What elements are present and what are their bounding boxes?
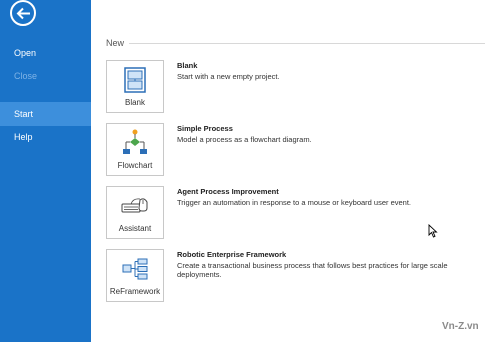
sidebar: Open Close Start Help (0, 0, 91, 342)
tile-label: Assistant (118, 224, 152, 233)
template-desc-agent-process: Trigger an automation in response to a m… (177, 198, 412, 207)
template-desc-blank: Start with a new empty project. (177, 72, 280, 81)
tile-label: Blank (124, 98, 145, 107)
blank-project-icon (107, 65, 163, 95)
template-desc-reframework: Create a transactional business process … (177, 261, 448, 279)
back-button[interactable] (10, 0, 36, 26)
template-tile-assistant[interactable]: Assistant (106, 186, 164, 239)
framework-icon (107, 254, 163, 284)
sidebar-item-help[interactable]: Help (0, 125, 91, 149)
arrow-left-icon (16, 7, 30, 20)
template-desc-simple-process: Model a process as a flowchart diagram. (177, 135, 312, 144)
watermark: Vn-Z.vn (442, 321, 479, 332)
tile-label: Flowchart (117, 161, 153, 170)
section-title: New (106, 38, 125, 48)
template-title-simple-process[interactable]: Simple Process (177, 124, 233, 133)
mouse-cursor-icon (428, 224, 438, 238)
flowchart-icon (107, 128, 163, 158)
template-title-agent-process[interactable]: Agent Process Improvement (177, 187, 279, 196)
sidebar-item-open[interactable]: Open (0, 41, 91, 65)
sidebar-item-close[interactable]: Close (0, 64, 91, 88)
template-tile-blank[interactable]: Blank (106, 60, 164, 113)
template-tile-reframework[interactable]: ReFramework (106, 249, 164, 302)
section-divider (129, 43, 485, 44)
mouse-keyboard-icon (107, 191, 163, 221)
template-title-blank[interactable]: Blank (177, 61, 197, 70)
tile-label: ReFramework (109, 287, 161, 296)
template-title-reframework[interactable]: Robotic Enterprise Framework (177, 250, 286, 259)
sidebar-item-start[interactable]: Start (0, 102, 91, 126)
template-tile-flowchart[interactable]: Flowchart (106, 123, 164, 176)
